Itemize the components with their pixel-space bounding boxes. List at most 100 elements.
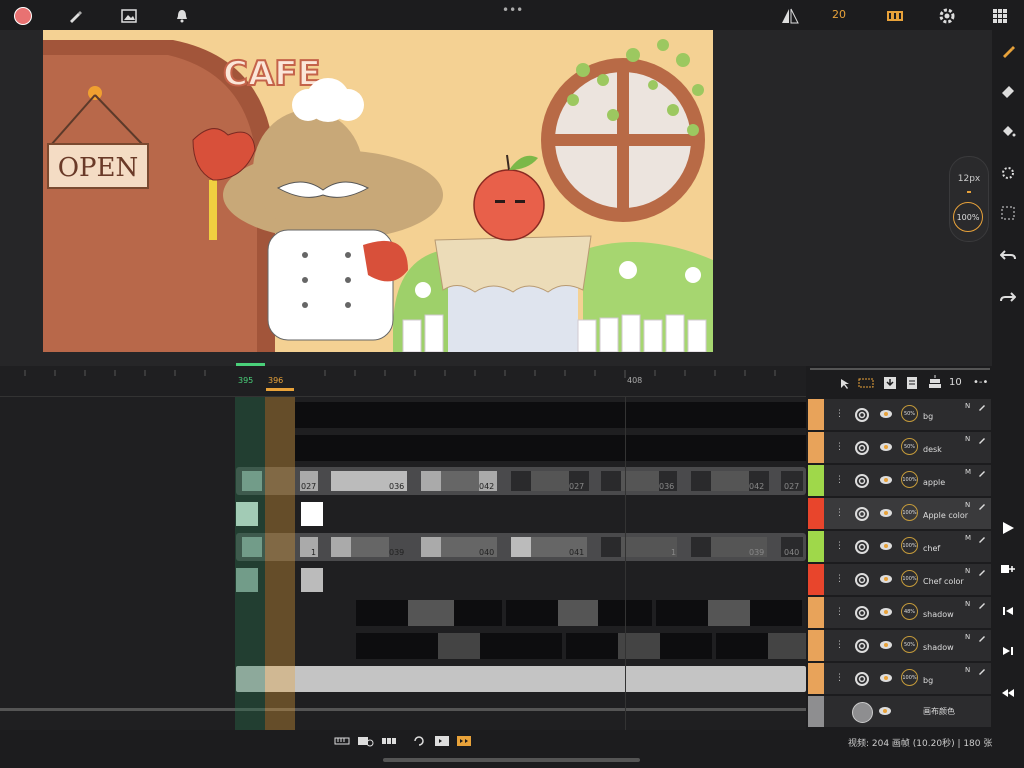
layer-menu-icon[interactable]: ⋮ [835,541,844,551]
frame-cell[interactable] [601,471,621,491]
frame-block[interactable] [716,633,806,659]
layer-opacity-badge[interactable]: 100% [901,471,918,488]
first-frame-button[interactable] [992,678,1024,708]
edit-pencil-icon[interactable] [978,568,986,576]
layer-type-spiral-icon[interactable] [854,473,870,489]
blend-mode-label[interactable]: N [965,633,970,641]
frame-cell[interactable] [691,471,711,491]
more-dots[interactable]: ••• [502,3,523,17]
track-row-bg[interactable] [0,399,806,432]
layer-color-tag[interactable] [808,663,824,694]
frame-cell[interactable] [558,600,598,626]
layer-row[interactable]: ⋮ 50% shadow N [808,630,991,661]
track-row-desk[interactable] [0,432,806,465]
frame-cell[interactable] [531,471,569,491]
frame-cell[interactable] [408,600,454,626]
layer-menu-icon[interactable]: ⋮ [835,475,844,485]
blend-mode-label[interactable]: M [965,468,971,476]
frame-block[interactable] [506,600,652,626]
edit-pencil-icon[interactable] [978,601,986,609]
fill-tool-button[interactable] [992,116,1024,146]
cursor-icon[interactable] [840,378,850,390]
blend-mode-label[interactable]: N [965,435,970,443]
canvas-color-layer[interactable]: 画布颜色 [808,696,991,727]
frame-rate-value[interactable]: 20 [832,8,846,21]
visibility-eye-icon[interactable] [879,475,893,485]
track-row-shadow-2[interactable] [0,630,806,663]
brush-size-value[interactable]: 12px [950,174,988,184]
frame-block[interactable] [295,435,806,461]
brush-settings-pill[interactable]: 12px 100% [949,156,989,242]
layer-row[interactable]: ⋮ 100% apple M [808,465,991,496]
layer-opacity-badge[interactable]: 100% [901,570,918,587]
next-frame-button[interactable] [992,636,1024,666]
playhead-bar[interactable] [266,388,294,391]
frame-cell[interactable] [511,471,531,491]
edit-pencil-icon[interactable] [978,502,986,510]
gallery-button[interactable] [989,5,1011,27]
home-indicator[interactable] [383,758,640,762]
track-row-apple[interactable]: 027 036 042 027 036 042 027 [0,465,806,498]
redo-button[interactable] [992,282,1024,312]
add-frame-button[interactable] [992,554,1024,584]
frame-block[interactable] [656,600,802,626]
frame-cell[interactable]: 027 [300,471,318,491]
visibility-eye-icon[interactable] [879,442,893,452]
select-tool-button[interactable] [992,198,1024,228]
zoom-timeline-icon[interactable] [357,735,375,747]
frame-cell[interactable]: 039 [351,537,404,557]
smudge-tool-button[interactable] [992,158,1024,188]
edit-pencil-icon[interactable] [978,469,986,477]
frame-cell[interactable] [708,600,750,626]
frame-block[interactable] [356,633,562,659]
image-import-button[interactable] [118,5,140,27]
layer-row[interactable]: ⋮ 100% Apple color N [808,498,991,529]
visibility-eye-icon[interactable] [879,607,893,617]
blend-mode-label[interactable]: N [965,567,970,575]
visibility-eye-icon[interactable] [879,541,893,551]
layer-color-tag[interactable] [808,399,824,430]
frame-cell[interactable] [438,633,480,659]
cake-stack-icon[interactable] [928,374,942,390]
frame-cell[interactable]: 027 [569,471,589,491]
frame-cell[interactable]: 036 [659,471,677,491]
onion-skin-button[interactable] [884,5,906,27]
blend-mode-label[interactable]: N [965,600,970,608]
page-icon[interactable] [905,376,919,390]
track-row-shadow-1[interactable] [0,597,806,630]
edit-pencil-icon[interactable] [978,403,986,411]
edit-pencil-icon[interactable] [978,535,986,543]
blend-mode-label[interactable]: N [965,666,970,674]
frame-cell[interactable] [331,537,351,557]
layer-row[interactable]: ⋮ 48% shadow N [808,597,991,628]
layer-opacity-badge[interactable]: 100% [901,669,918,686]
blend-mode-label[interactable]: N [965,501,970,509]
layer-color-tag[interactable] [808,630,824,661]
visibility-eye-icon[interactable] [879,640,893,650]
layer-count[interactable]: 10 [949,377,962,388]
visibility-eye-icon[interactable] [879,673,893,683]
frame-cell[interactable] [511,537,531,557]
visibility-eye-icon[interactable] [879,508,893,518]
frame-cell[interactable] [301,568,323,592]
layer-menu-icon[interactable]: ⋮ [835,409,844,419]
layer-row[interactable]: ⋮ 100% chef M [808,531,991,562]
layer-color-tag[interactable] [808,564,824,595]
artwork-canvas[interactable]: OPEN CAFE [43,30,713,352]
layer-menu-icon[interactable]: ⋮ [835,607,844,617]
layer-row[interactable]: ⋮ 100% bg N [808,663,991,694]
frame-nav-icon[interactable] [434,735,450,747]
timeline-scrollbar[interactable] [0,708,806,711]
layer-opacity-badge[interactable]: 50% [901,636,918,653]
frame-range-icon[interactable] [858,376,874,390]
layer-color-tag[interactable] [808,432,824,463]
frame-cell[interactable]: 042 [479,471,497,491]
import-layer-icon[interactable] [883,376,897,390]
onion-skin-toggle-icon[interactable] [456,735,472,747]
prev-frame-button[interactable] [992,596,1024,626]
frame-cell[interactable] [768,633,806,659]
settings-button[interactable] [936,5,958,27]
layer-opacity-badge[interactable]: 100% [901,504,918,521]
frame-block[interactable] [566,633,712,659]
layer-type-spiral-icon[interactable] [854,440,870,456]
